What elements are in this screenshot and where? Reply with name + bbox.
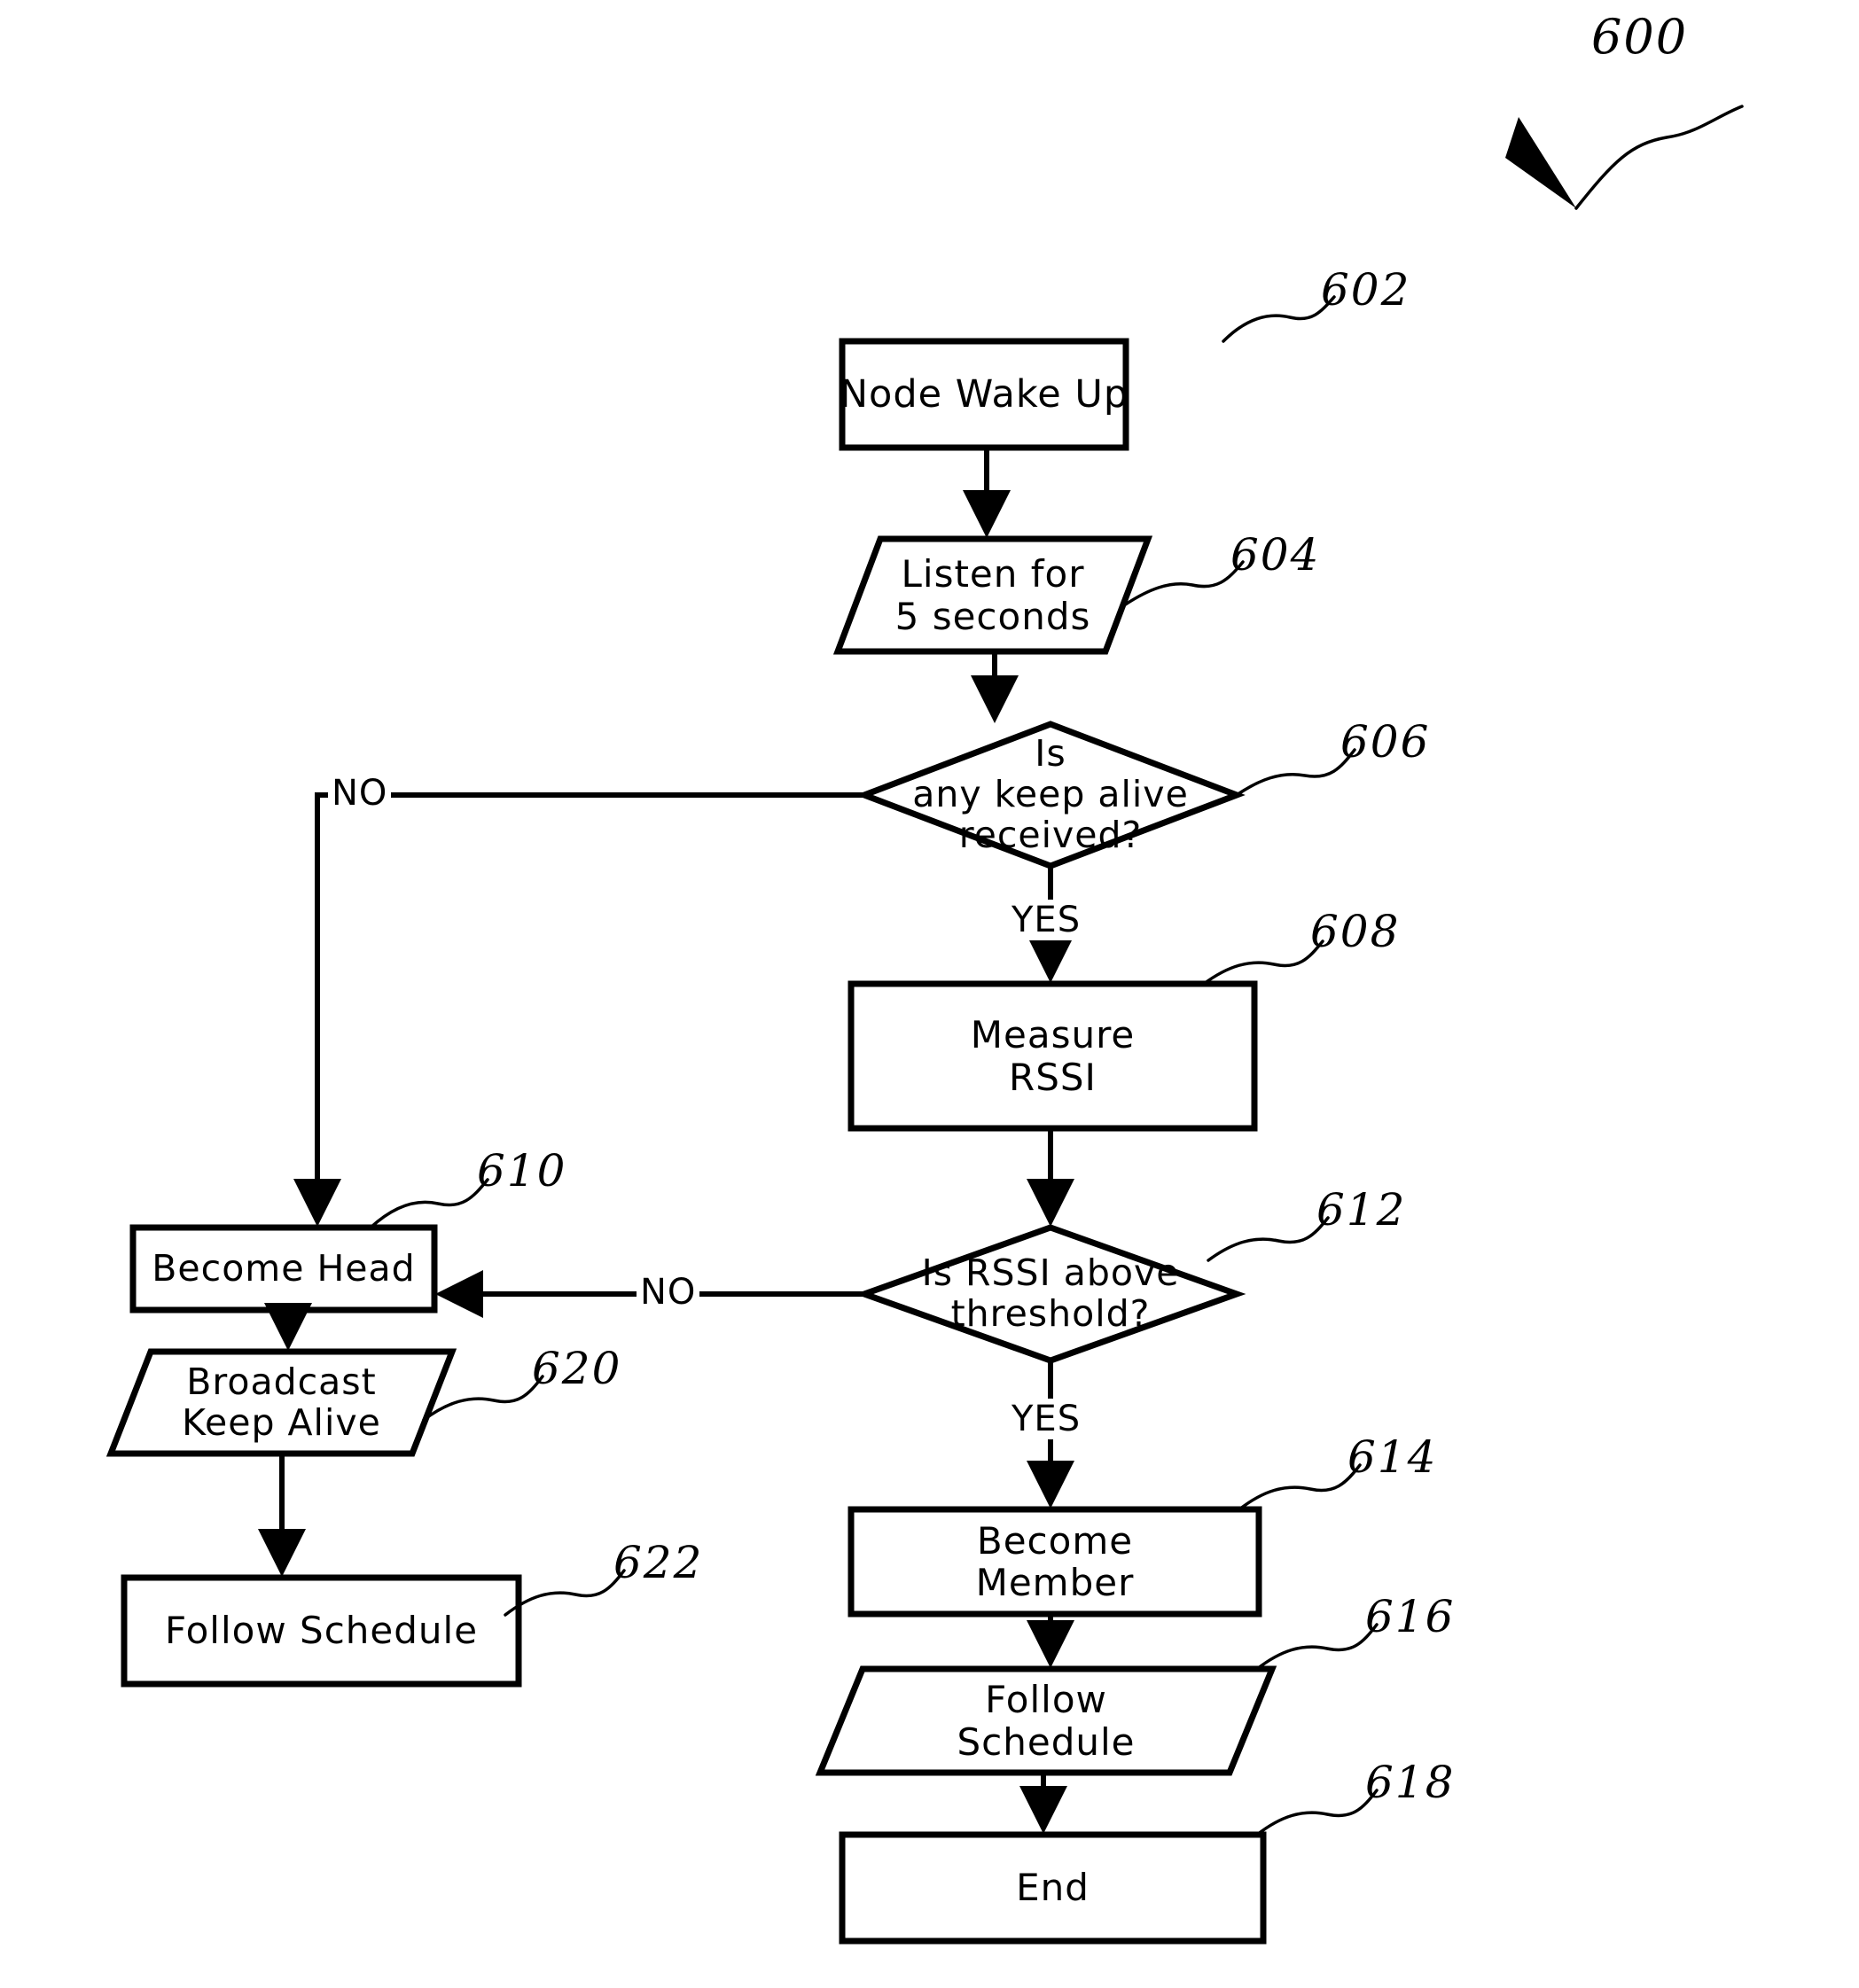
node-606-shape — [855, 721, 1246, 869]
leader-610 — [369, 1178, 489, 1229]
edge-label-no-612: NO — [637, 1272, 700, 1313]
node-602-shape — [839, 338, 1129, 451]
node-618-shape — [839, 1831, 1267, 1945]
figure-600-arrowhead — [1505, 117, 1576, 208]
leader-602 — [1222, 295, 1336, 343]
flowchart-canvas — [105, 105, 1744, 1945]
node-610-shape — [129, 1224, 438, 1314]
refnum-612: 612 — [1316, 1184, 1407, 1236]
edge-label-yes-612: YES — [1008, 1399, 1085, 1439]
leader-608 — [1202, 939, 1324, 986]
node-614-shape — [847, 1506, 1262, 1618]
leader-600 — [1574, 105, 1744, 210]
edge-label-yes-606: YES — [1008, 900, 1085, 940]
refnum-620: 620 — [532, 1343, 622, 1394]
refnum-614: 614 — [1347, 1431, 1438, 1483]
refnum-610: 610 — [477, 1145, 567, 1197]
node-604-shape — [832, 535, 1153, 655]
refnum-616: 616 — [1365, 1591, 1456, 1642]
leader-618 — [1255, 1789, 1379, 1836]
node-608-shape — [847, 980, 1258, 1132]
leader-604 — [1122, 560, 1245, 607]
refnum-608: 608 — [1310, 906, 1401, 957]
leader-606 — [1235, 748, 1356, 797]
node-616-shape — [815, 1665, 1277, 1776]
edge-606-610-no — [293, 792, 864, 1227]
refnum-604: 604 — [1230, 529, 1321, 581]
refnum-622: 622 — [613, 1537, 704, 1588]
leader-616 — [1255, 1623, 1379, 1671]
refnum-602: 602 — [1321, 264, 1411, 316]
refnum-618: 618 — [1365, 1757, 1456, 1808]
leader-622 — [504, 1569, 626, 1617]
node-620-shape — [105, 1348, 457, 1457]
refnum-600: 600 — [1591, 9, 1689, 65]
leader-612 — [1207, 1216, 1330, 1262]
refnum-606: 606 — [1340, 716, 1431, 768]
leader-614 — [1238, 1463, 1362, 1511]
patent-figure-600: Node Wake Up Listen for 5 seconds Is any… — [0, 0, 1859, 1988]
node-612-shape — [855, 1224, 1246, 1364]
node-622-shape — [121, 1574, 522, 1688]
edge-label-no-606: NO — [328, 773, 392, 814]
